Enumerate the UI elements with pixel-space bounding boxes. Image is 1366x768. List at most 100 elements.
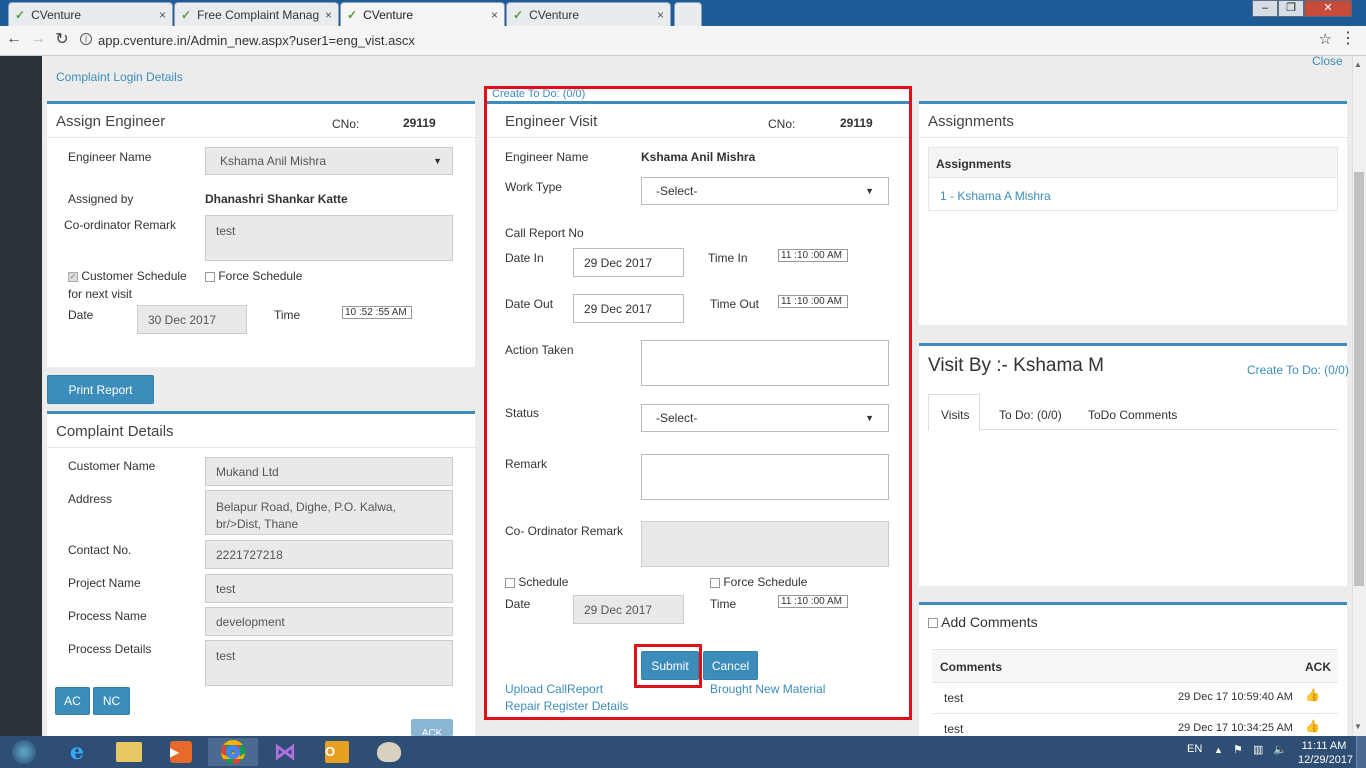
close-tab-icon[interactable]: × [325, 8, 332, 22]
create-todo-link[interactable]: Create To Do: (0/0) [1247, 363, 1349, 377]
date-label: Date [68, 308, 94, 322]
cno-label: CNo: [332, 117, 360, 131]
network-icon[interactable]: ▥ [1253, 743, 1263, 756]
address-line-2: br/>Dist, Thane [216, 517, 299, 531]
action-center-flag-icon[interactable]: ⚑ [1233, 743, 1243, 756]
divider [47, 137, 475, 138]
nc-button[interactable]: NC [93, 687, 130, 715]
language-indicator[interactable]: EN [1187, 743, 1202, 755]
schedule-date-input[interactable]: 30 Dec 2017 [137, 305, 247, 334]
show-desktop-button[interactable] [1356, 736, 1366, 768]
address-textarea[interactable]: Belapur Road, Dighe, P.O. Kalwa, br/>Dist… [205, 490, 453, 535]
browser-tab-2[interactable]: ✓ Free Complaint Managem × [174, 2, 339, 26]
schedule-time-input[interactable]: 10 :52 :55 AM [342, 306, 412, 319]
engineer-name-label: Engineer Name [68, 150, 152, 164]
cno-value: 29119 [403, 116, 436, 130]
process-name-input[interactable]: development [205, 607, 453, 636]
close-tab-icon[interactable]: × [657, 8, 664, 22]
add-comments-checkbox[interactable] [928, 618, 938, 629]
ack-button[interactable]: ACK [411, 719, 453, 736]
scrollbar-thumb[interactable] [1354, 172, 1364, 586]
bookmark-star-icon[interactable]: ☆ [1319, 30, 1332, 48]
process-details-label: Process Details [68, 642, 152, 656]
tab-title: CVenture [31, 7, 82, 22]
assignments-panel [919, 101, 1347, 325]
paint-icon[interactable] [364, 738, 414, 766]
assigned-by-label: Assigned by [68, 192, 134, 206]
file-explorer-icon[interactable] [104, 738, 154, 766]
project-name-input[interactable]: test [205, 574, 453, 603]
print-report-button[interactable]: Print Report [47, 375, 154, 404]
cventure-favicon-icon: ✓ [15, 7, 26, 22]
coordinator-remark-textarea[interactable]: test [205, 215, 453, 261]
assigned-by-value: Dhanashri Shankar Katte [205, 192, 348, 206]
clock-date[interactable]: 12/29/2017 [1298, 754, 1353, 766]
customer-schedule-checkbox[interactable]: ✓ [68, 271, 78, 282]
for-next-visit-label: for next visit [68, 287, 133, 301]
cventure-favicon-icon: ✓ [181, 7, 192, 22]
assign-engineer-title: Assign Engineer [56, 113, 166, 130]
force-schedule-checkbox-row[interactable]: Force Schedule [205, 269, 302, 283]
assignment-item-link[interactable]: 1 - Kshama A Mishra [940, 189, 1051, 203]
show-hidden-icons-icon[interactable]: ▲ [1214, 745, 1223, 755]
tab-todo[interactable]: To Do: (0/0) [999, 408, 1062, 422]
close-window-button[interactable]: ✕ [1304, 0, 1352, 17]
browser-tab-3-active[interactable]: ✓ CVenture × [340, 2, 505, 26]
close-tab-icon[interactable]: × [159, 8, 166, 22]
visual-studio-icon[interactable]: ⋈ [260, 738, 310, 766]
volume-muted-icon[interactable]: 🔈 [1273, 743, 1287, 756]
ac-button[interactable]: AC [55, 687, 90, 715]
scroll-down-icon[interactable]: ▼ [1354, 722, 1362, 731]
engineer-name-select[interactable]: Kshama Anil Mishra ▼ [205, 147, 453, 175]
reload-icon[interactable]: ↻ [52, 29, 72, 49]
address-line-1: Belapur Road, Dighe, P.O. Kalwa, [216, 500, 396, 514]
forward-arrow-icon[interactable]: → [28, 30, 48, 48]
customer-schedule-checkbox-row[interactable]: ✓ Customer Schedule [68, 269, 187, 283]
url-field[interactable]: app.cventure.in/Admin_new.aspx?user1=eng… [98, 33, 415, 48]
chrome-icon[interactable] [208, 738, 258, 766]
customer-name-input[interactable]: Mukand Ltd [205, 457, 453, 486]
engineer-name-select-value: Kshama Anil Mishra [220, 154, 327, 168]
left-sidebar-strip [0, 56, 42, 736]
highlight-box-visit [484, 86, 912, 720]
divider [919, 137, 1347, 138]
tab-todo-comments[interactable]: ToDo Comments [1088, 408, 1177, 422]
scroll-up-icon[interactable]: ▲ [1354, 60, 1362, 69]
assignments-header: Assignments [936, 157, 1012, 171]
add-comments-label: Add Comments [941, 614, 1038, 630]
browser-tab-1[interactable]: ✓ CVenture × [8, 2, 173, 26]
contact-input[interactable]: 2221727218 [205, 540, 453, 569]
windows-start-icon[interactable] [0, 738, 48, 766]
process-details-textarea[interactable]: test [205, 640, 453, 686]
address-label: Address [68, 492, 113, 506]
force-schedule-checkbox[interactable] [205, 271, 215, 282]
info-icon[interactable]: i [80, 33, 92, 45]
visit-by-title: Visit By :- Kshama M [928, 355, 1104, 376]
outlook-icon[interactable]: O [312, 738, 362, 766]
coordinator-remark-label: Co-ordinator Remark [64, 218, 177, 232]
comment-time: 29 Dec 17 10:59:40 AM [1178, 691, 1293, 703]
browser-menu-icon[interactable]: ⋮ [1340, 28, 1356, 48]
clock-time[interactable]: 11:11 AM [1298, 740, 1350, 752]
close-link[interactable]: Close [1312, 54, 1343, 68]
comments-column-header: Comments [940, 660, 1003, 674]
thumbs-up-icon[interactable]: 👍 [1305, 688, 1320, 702]
chevron-down-icon: ▼ [433, 156, 442, 166]
minimize-button[interactable]: – [1252, 0, 1278, 17]
internet-explorer-icon[interactable]: e [52, 738, 102, 766]
browser-tab-4[interactable]: ✓ CVenture × [506, 2, 671, 26]
tab-visits[interactable]: Visits [941, 408, 969, 422]
new-tab-button[interactable] [674, 2, 702, 26]
media-player-icon[interactable]: ▶ [156, 738, 206, 766]
add-comments-checkbox-row[interactable]: Add Comments [928, 614, 1038, 630]
complaint-login-details-link[interactable]: Complaint Login Details [56, 70, 183, 84]
visit-by-panel [919, 343, 1347, 586]
process-name-label: Process Name [68, 609, 147, 623]
ack-column-header: ACK [1305, 660, 1331, 674]
back-arrow-icon[interactable]: ← [4, 30, 24, 48]
close-tab-icon[interactable]: × [491, 8, 498, 22]
maximize-button[interactable]: ❐ [1278, 0, 1304, 17]
assignments-title: Assignments [928, 113, 1014, 130]
thumbs-up-icon[interactable]: 👍 [1305, 719, 1320, 733]
divider [47, 447, 475, 448]
